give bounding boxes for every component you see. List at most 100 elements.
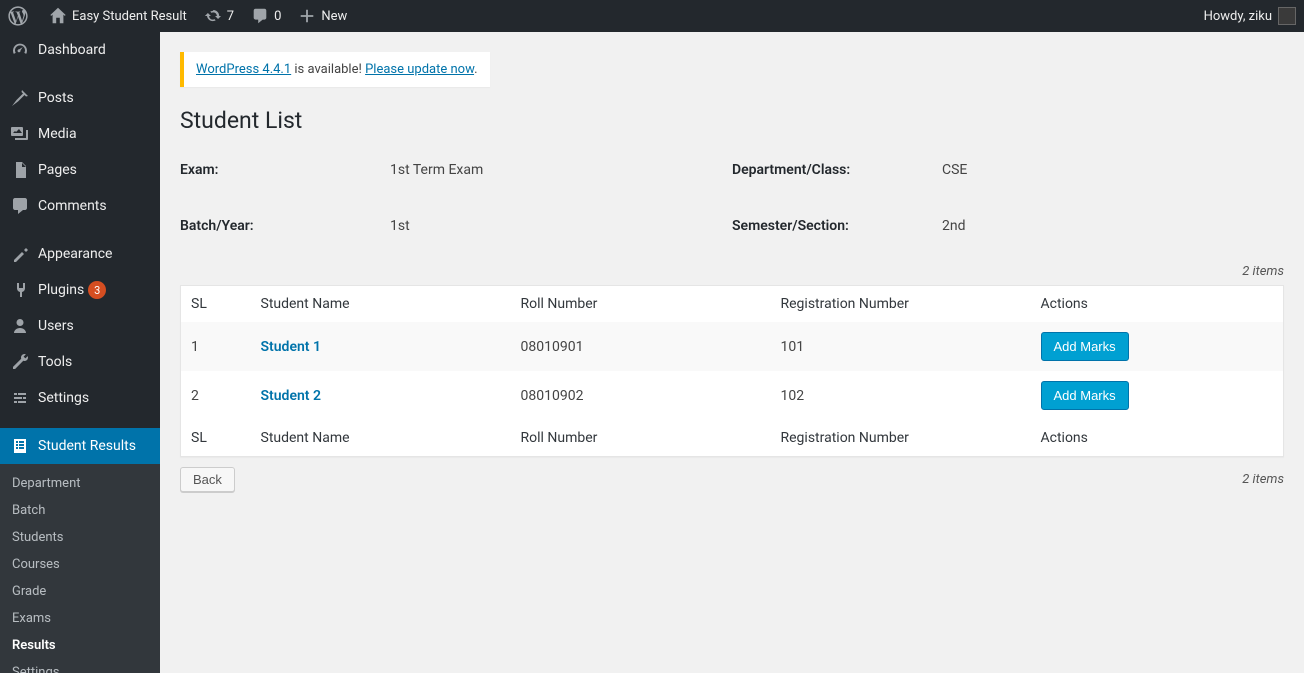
admin-bar: Easy Student Result 7 0 New Howdy, ziku (0, 0, 1304, 32)
cell-sl: 1 (181, 322, 251, 371)
menu-label: Media (38, 126, 77, 142)
col-name-foot: Student Name (251, 420, 511, 457)
col-reg-foot: Registration Number (771, 420, 1031, 457)
add-marks-button[interactable]: Add Marks (1041, 332, 1129, 361)
cell-name: Student 1 (251, 322, 511, 371)
col-name: Student Name (251, 286, 511, 323)
filter-summary: Exam: 1st Term Exam Department/Class: CS… (180, 162, 1284, 234)
sem-value: 2nd (942, 218, 1284, 234)
submenu: DepartmentBatchStudentsCoursesGradeExams… (0, 464, 160, 673)
tools-icon (10, 352, 30, 372)
update-notice: WordPress 4.4.1 is available! Please upd… (180, 52, 490, 87)
update-badge: 3 (88, 281, 106, 299)
wp-version-link[interactable]: WordPress 4.4.1 (196, 62, 291, 77)
menu-item-settings[interactable]: Settings (0, 380, 160, 416)
back-button[interactable]: Back (180, 467, 235, 492)
student-link[interactable]: Student 2 (261, 388, 321, 404)
comments-link[interactable]: 0 (242, 0, 289, 32)
item-count-top: 2 items (180, 264, 1284, 279)
submenu-item-settings[interactable]: Settings (0, 659, 160, 673)
menu-item-tools[interactable]: Tools (0, 344, 160, 380)
menu-label: Plugins (38, 282, 84, 298)
site-name-link[interactable]: Easy Student Result (40, 0, 195, 32)
comment-icon (250, 6, 270, 26)
cell-name: Student 2 (251, 371, 511, 420)
site-name: Easy Student Result (72, 9, 187, 24)
col-sl-foot: SL (181, 420, 251, 457)
notice-tail: . (474, 62, 477, 77)
page-icon (10, 160, 30, 180)
menu-item-users[interactable]: Users (0, 308, 160, 344)
menu-item-dashboard[interactable]: Dashboard (0, 32, 160, 68)
users-icon (10, 316, 30, 336)
student-table: SL Student Name Roll Number Registration… (180, 285, 1284, 457)
update-now-link[interactable]: Please update now (365, 62, 474, 77)
menu-label: Comments (38, 198, 107, 214)
dept-label: Department/Class: (732, 162, 942, 178)
admin-sidebar: Dashboard Posts Media Pages Comments Appearan… (0, 32, 160, 673)
menu-label: Pages (38, 162, 77, 178)
cell-actions: Add Marks (1031, 322, 1284, 371)
results-icon (10, 436, 30, 456)
submenu-item-exams[interactable]: Exams (0, 605, 160, 632)
col-actions: Actions (1031, 286, 1284, 323)
col-roll-foot: Roll Number (511, 420, 771, 457)
batch-value: 1st (390, 218, 732, 234)
col-reg: Registration Number (771, 286, 1031, 323)
cell-reg: 102 (771, 371, 1031, 420)
pin-icon (10, 88, 30, 108)
exam-label: Exam: (180, 162, 390, 178)
menu-label: Appearance (38, 246, 112, 262)
updates-link[interactable]: 7 (195, 0, 242, 32)
menu-item-student-results[interactable]: Student Results (0, 428, 160, 464)
submenu-item-courses[interactable]: Courses (0, 551, 160, 578)
updates-count: 7 (227, 9, 234, 24)
menu-item-pages[interactable]: Pages (0, 152, 160, 188)
avatar (1278, 7, 1296, 25)
table-row: 2 Student 2 08010902102 Add Marks (181, 371, 1284, 420)
my-account-link[interactable]: Howdy, ziku (1196, 0, 1304, 32)
menu-label: Tools (38, 354, 72, 370)
update-icon (203, 6, 223, 26)
new-content-link[interactable]: New (289, 0, 355, 32)
menu-item-appearance[interactable]: Appearance (0, 236, 160, 272)
cell-roll: 08010901 (511, 322, 771, 371)
menu-label: Users (38, 318, 74, 334)
table-row: 1 Student 1 08010901101 Add Marks (181, 322, 1284, 371)
dashboard-icon (10, 40, 30, 60)
media-icon (10, 124, 30, 144)
plugin-icon (10, 280, 30, 300)
cell-roll: 08010902 (511, 371, 771, 420)
menu-label: Posts (38, 90, 74, 106)
home-icon (48, 6, 68, 26)
cell-sl: 2 (181, 371, 251, 420)
exam-value: 1st Term Exam (390, 162, 732, 178)
plus-icon (297, 6, 317, 26)
cell-reg: 101 (771, 322, 1031, 371)
col-actions-foot: Actions (1031, 420, 1284, 457)
student-link[interactable]: Student 1 (261, 339, 321, 355)
col-roll: Roll Number (511, 286, 771, 323)
menu-item-media[interactable]: Media (0, 116, 160, 152)
menu-item-posts[interactable]: Posts (0, 80, 160, 116)
submenu-item-students[interactable]: Students (0, 524, 160, 551)
cell-actions: Add Marks (1031, 371, 1284, 420)
menu-item-plugins[interactable]: Plugins3 (0, 272, 160, 308)
main-content: WordPress 4.4.1 is available! Please upd… (160, 32, 1304, 512)
submenu-item-results[interactable]: Results (0, 632, 160, 659)
wp-logo[interactable] (0, 0, 40, 32)
col-sl: SL (181, 286, 251, 323)
menu-label: Settings (38, 390, 89, 406)
settings-icon (10, 388, 30, 408)
page-title: Student List (180, 107, 1284, 134)
submenu-item-department[interactable]: Department (0, 470, 160, 497)
submenu-item-batch[interactable]: Batch (0, 497, 160, 524)
menu-label: Dashboard (38, 42, 106, 58)
appearance-icon (10, 244, 30, 264)
menu-item-comments[interactable]: Comments (0, 188, 160, 224)
new-label: New (321, 9, 347, 24)
submenu-item-grade[interactable]: Grade (0, 578, 160, 605)
add-marks-button[interactable]: Add Marks (1041, 381, 1129, 410)
comments-count: 0 (274, 9, 281, 24)
wordpress-icon (8, 6, 28, 26)
